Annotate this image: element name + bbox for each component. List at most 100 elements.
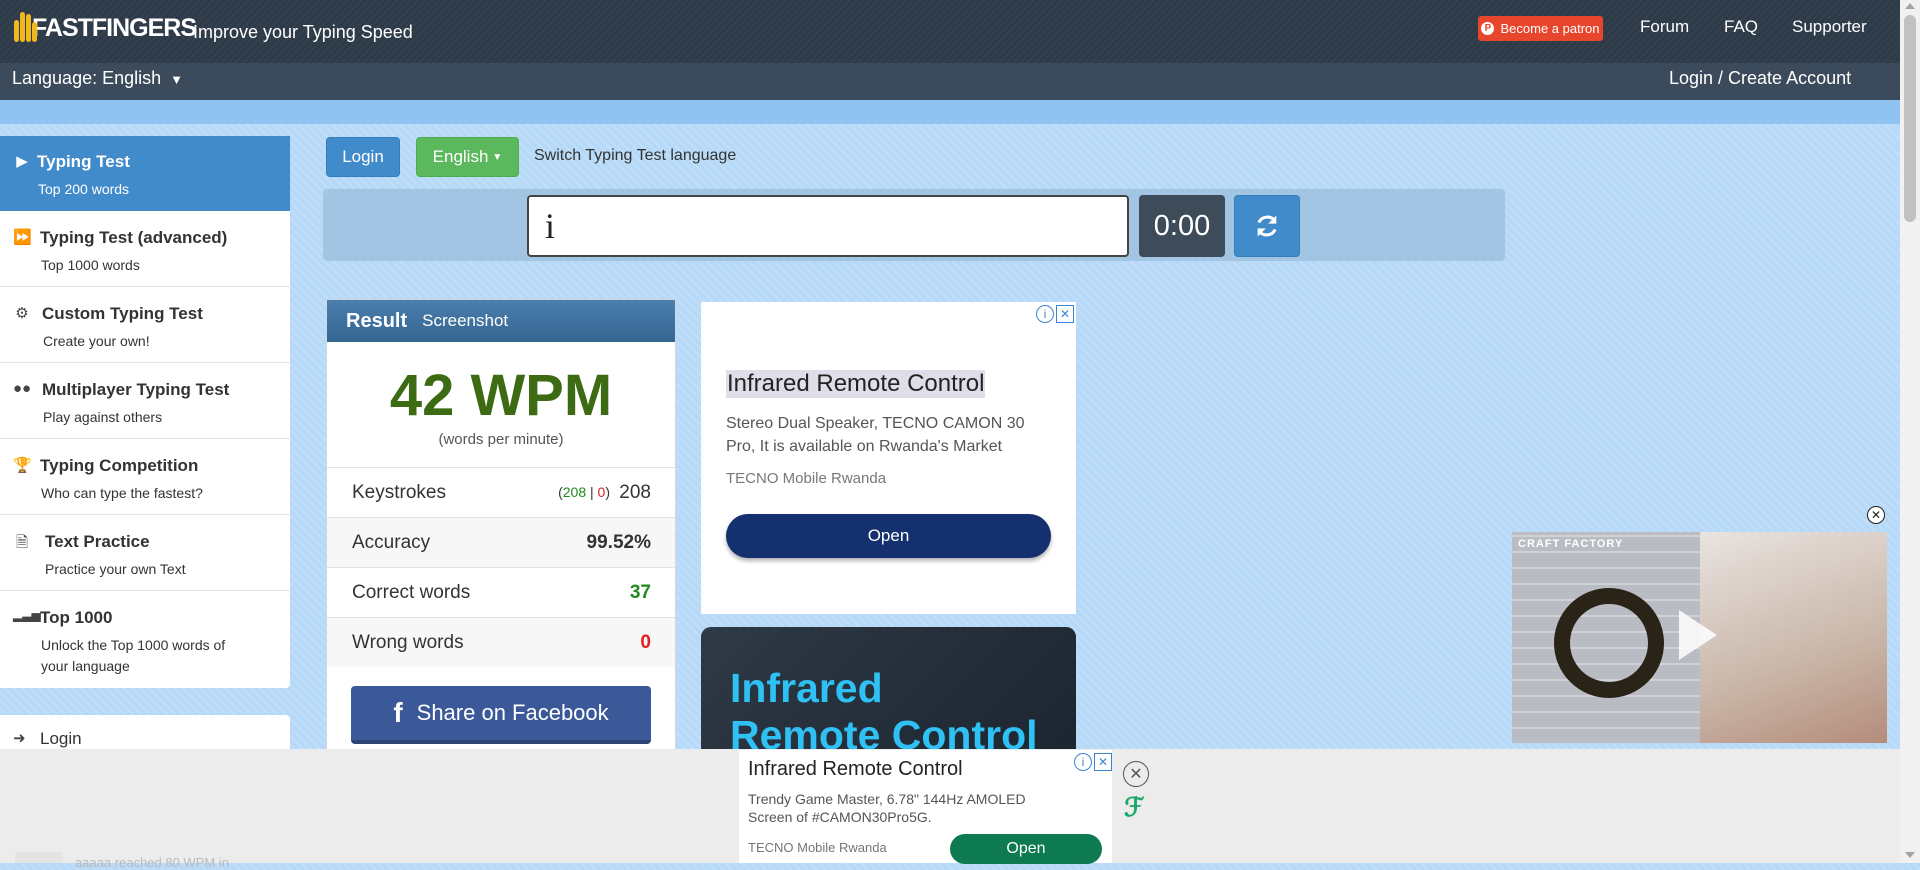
nav-supporter[interactable]: Supporter	[1792, 17, 1867, 37]
sidebar-item-subtitle: Create your own!	[43, 333, 150, 349]
ad-image-text: Infrared Remote Control	[730, 665, 1038, 757]
correct-words-label: Correct words	[352, 582, 471, 603]
sidebar-item-title: Multiplayer Typing Test	[42, 380, 230, 399]
wpm-value: 42 WPM	[389, 363, 613, 428]
ad-network-logo-icon: ℱ	[1124, 792, 1145, 822]
bottom-ad-close-icon[interactable]: ✕	[1123, 761, 1149, 787]
bottom-ad-open-button[interactable]: Open	[950, 834, 1102, 864]
sidebar-item-title: Typing Test (advanced)	[40, 228, 228, 247]
sidebar-item-text-practice[interactable]: 🗎 Text Practice Practice your own Text	[0, 516, 290, 591]
nav-forum[interactable]: Forum	[1640, 17, 1689, 37]
users-icon: ●●	[13, 380, 32, 397]
keystrokes-total: 208	[619, 482, 651, 503]
scroll-up-icon[interactable]	[1905, 3, 1915, 9]
sidebar-item-title: Text Practice	[45, 532, 150, 551]
sidebar-item-multiplayer[interactable]: ●● Multiplayer Typing Test Play against …	[0, 364, 290, 439]
signal-icon: ▂▃▅	[13, 608, 41, 622]
ad-open-button[interactable]: Open	[726, 514, 1051, 558]
wpm-subtitle: (words per minute)	[438, 431, 564, 448]
sidebar-item-subtitle: Play against others	[43, 409, 163, 425]
sidebar-item-typing-test[interactable]: ▶ Typing Test Top 200 words	[0, 136, 290, 211]
become-patron-button[interactable]: P Become a patron	[1478, 16, 1603, 41]
sidebar-item-typing-test-advanced[interactable]: ⏩ Typing Test (advanced) Top 1000 words	[0, 212, 290, 287]
caret-down-icon: ▼	[492, 151, 503, 163]
sidebar-item-subtitle: Who can type the fastest?	[41, 485, 203, 501]
sidebar-item-title: Typing Competition	[40, 456, 199, 475]
language-button-label: English	[432, 147, 489, 166]
logo[interactable]: FASTFINGERS	[12, 6, 197, 50]
scroll-down-icon[interactable]	[1905, 852, 1915, 858]
sidebar-item-custom-typing-test[interactable]: ⚙ Custom Typing Test Create your own!	[0, 288, 290, 363]
obscured-avatar	[15, 852, 63, 863]
sidebar-item-top-1000[interactable]: ▂▃▅ Top 1000 Unlock the Top 1000 words o…	[0, 592, 290, 688]
bottom-ad[interactable]: i ✕ Infrared Remote Control Trendy Game …	[739, 750, 1112, 864]
patron-label: Become a patron	[1500, 21, 1600, 36]
ad-close-icon[interactable]: ✕	[1056, 305, 1074, 323]
ad-image-line-1: Infrared	[730, 665, 883, 711]
ad-close-icon[interactable]: ✕	[1094, 753, 1112, 771]
play-icon[interactable]	[1679, 610, 1717, 660]
language-button[interactable]: English ▼	[416, 137, 519, 177]
video-caption: CRAFT FACTORY	[1518, 538, 1624, 550]
keystrokes-label: Keystrokes	[352, 482, 446, 503]
login-create-account-link[interactable]: Login / Create Account	[1669, 68, 1851, 89]
gears-icon: ⚙	[15, 305, 29, 322]
scrollbar-thumb[interactable]	[1904, 15, 1916, 222]
chevron-down-icon: ▼	[170, 72, 184, 87]
tagline: Improve your Typing Speed	[193, 22, 413, 42]
result-box: Result Screenshot 42 WPM (words per minu…	[326, 299, 676, 765]
wrong-words-label: Wrong words	[352, 632, 464, 653]
sidebar-item-title: Typing Test	[37, 152, 130, 171]
result-tab[interactable]: Result	[346, 310, 407, 333]
correct-words-row: Correct words 37	[327, 567, 675, 617]
bottom-ad-heading: Infrared Remote Control	[748, 758, 963, 780]
video-close-icon[interactable]: ✕	[1867, 506, 1885, 524]
ad-info-icon[interactable]: i	[1074, 753, 1092, 771]
hand-logo-icon	[12, 8, 38, 48]
login-button[interactable]: Login	[326, 137, 400, 177]
sidebar-item-subtitle: Top 200 words	[38, 181, 130, 197]
ad-source: TECNO Mobile Rwanda	[726, 470, 887, 487]
accuracy-label: Accuracy	[352, 532, 431, 553]
sidebar-item-title: Custom Typing Test	[42, 304, 203, 323]
sidebar-item-subtitle: Top 1000 words	[41, 257, 140, 273]
switch-language-text: Switch Typing Test language	[534, 147, 737, 164]
header-stripe	[0, 100, 1900, 124]
nav-faq[interactable]: FAQ	[1724, 17, 1758, 37]
ad-heading: Infrared Remote Control	[726, 370, 986, 398]
keystrokes-breakdown: (208 | 0)	[558, 484, 610, 500]
ad-description: Stereo Dual Speaker, TECNO CAMON 30 Pro,…	[726, 415, 1025, 455]
sidebar-item-typing-competition[interactable]: 🏆 Typing Competition Who can type the fa…	[0, 440, 290, 515]
play-icon: ▶	[16, 153, 28, 170]
accuracy-row: Accuracy 99.52%	[327, 517, 675, 567]
language-dropdown[interactable]: Language: English ▼	[12, 68, 183, 89]
keystrokes-row: Keystrokes (208 | 0) 208	[327, 467, 675, 517]
keystrokes-correct: 208	[562, 484, 587, 500]
sidebar-item-subtitle: Unlock the Top 1000 words of your langua…	[41, 637, 226, 674]
typing-input[interactable]	[527, 195, 1129, 257]
wreath-image	[1554, 588, 1664, 698]
ad-info-icon[interactable]: i	[1036, 305, 1054, 323]
logo-text: FASTFINGERS	[32, 13, 197, 42]
patreon-icon: P	[1481, 22, 1495, 35]
language-label: Language: English	[12, 68, 162, 88]
screenshot-tab[interactable]: Screenshot	[422, 311, 508, 331]
ad-banner[interactable]: i ✕ Infrared Remote Control Stereo Dual …	[701, 302, 1076, 614]
facebook-icon: f	[393, 697, 403, 728]
bottom-ad-source: TECNO Mobile Rwanda	[748, 840, 887, 855]
document-icon: 🗎	[15, 534, 29, 551]
reload-button[interactable]	[1234, 195, 1300, 257]
video-player[interactable]: CRAFT FACTORY	[1512, 532, 1887, 743]
wrong-words-row: Wrong words 0	[327, 617, 675, 667]
sign-in-icon: ➜	[13, 730, 26, 747]
bottom-ad-description: Trendy Game Master, 6.78" 144Hz AMOLED S…	[748, 791, 1026, 825]
sidebar: ▶ Typing Test Top 200 words ⏩ Typing Tes…	[0, 136, 290, 688]
refresh-icon	[1257, 215, 1277, 237]
ad-image-banner[interactable]: Infrared Remote Control	[701, 627, 1076, 757]
language-bar	[0, 63, 1900, 101]
keystrokes-wrong: 0	[597, 484, 606, 500]
result-header: Result Screenshot	[327, 300, 675, 342]
share-facebook-button[interactable]: f Share on Facebook	[351, 686, 651, 744]
timer: 0:00	[1139, 195, 1225, 257]
wrong-words-value: 0	[640, 632, 651, 653]
